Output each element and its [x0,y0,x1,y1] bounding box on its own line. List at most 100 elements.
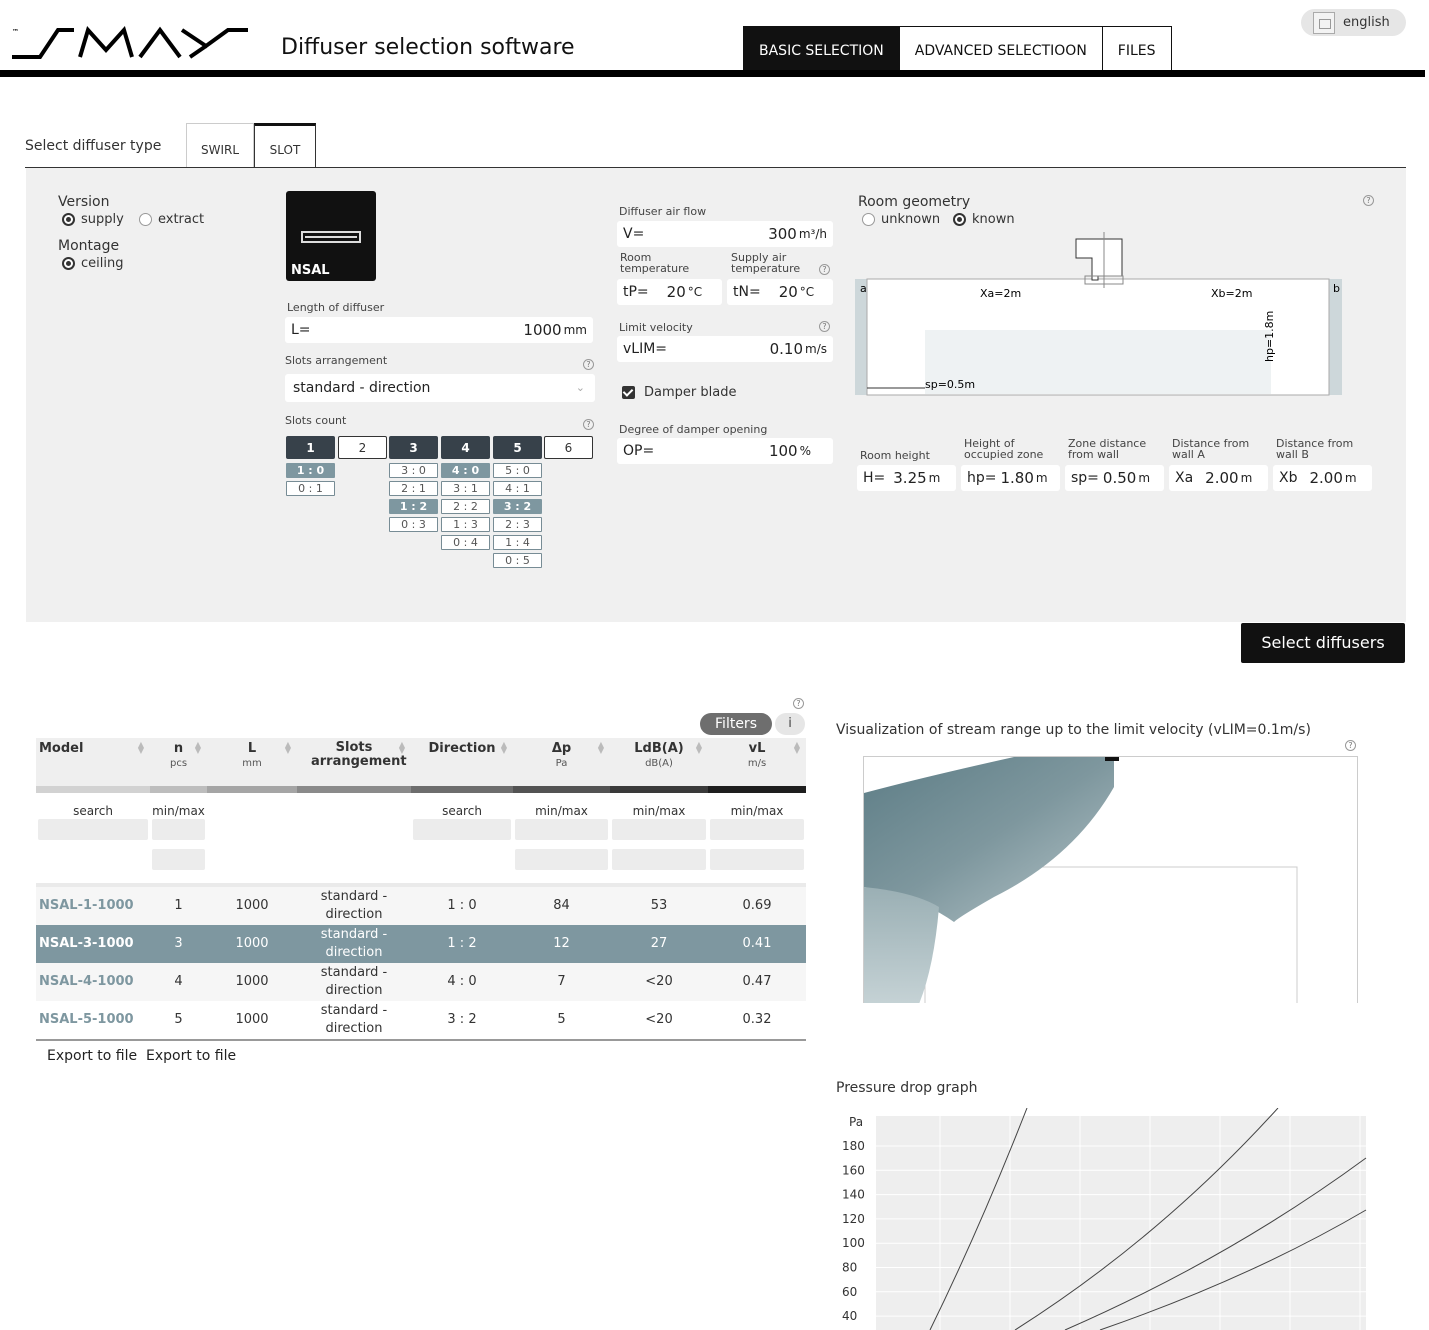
slots-count-5[interactable]: 5 [493,436,542,459]
slot-option[interactable]: 0 : 5 [493,553,542,568]
slot-option[interactable]: 2 : 3 [493,517,542,532]
slots-count-3[interactable]: 3 [389,436,438,459]
table-row[interactable]: NSAL-1-1000 1 1000 standard - direction 1 : … [36,887,806,925]
room-geometry-diagram: a b Xa=2m Xb=2m hp=1.8m sp=0.5m [855,232,1342,396]
geometry-known-radio[interactable]: known [953,212,1015,227]
distance-wall-a-field[interactable]: Xa 2.00 m [1169,465,1268,491]
filters-button[interactable]: Filters [700,713,772,735]
supply-temp-field[interactable]: tN= 20 °C [727,279,833,305]
model-search-input[interactable] [38,819,148,840]
slot-option[interactable]: 3 : 1 [441,481,490,496]
cell-direction: 1 : 0 [447,898,477,913]
n-min-input[interactable] [152,819,205,840]
air-flow-field[interactable]: V= 300 m³/h [617,221,833,247]
slots-arrangement-select[interactable]: standard - direction ⌄ [285,374,595,402]
slot-option[interactable]: 0 : 4 [441,535,490,550]
header-unit: Pa [555,758,568,769]
slot-option[interactable]: 5 : 0 [493,463,542,478]
slots-count-6[interactable]: 6 [544,436,593,459]
zone-distance-field[interactable]: sp= 0.50 m [1065,465,1164,491]
column-header-ldb[interactable]: LdB(A) dB(A) ▲ ▼ [610,738,708,786]
slots-count-4[interactable]: 4 [441,436,490,459]
nav-tab-advanced-selection[interactable]: ADVANCED SELECTIOON [899,26,1103,71]
vl-max-input[interactable] [710,849,804,870]
slot-option[interactable]: 3 : 0 [389,463,438,478]
dp-min-input[interactable] [515,819,608,840]
slots-count-1[interactable]: 1 [286,436,335,459]
cell-l: 1000 [235,936,269,951]
room-height-field[interactable]: H= 3.25 m [857,465,956,491]
help-icon[interactable]: ? [819,264,830,275]
length-field[interactable]: L= 1000 mm [285,317,593,343]
slot-option[interactable]: 2 : 2 [441,499,490,514]
export-to-file-link-2[interactable]: Export to file [146,1048,236,1064]
n-max-input[interactable] [152,849,205,870]
select-diffusers-button[interactable]: Select diffusers [1241,623,1405,663]
slot-option[interactable]: 0 : 1 [286,481,335,496]
y-tick-label: 180 [842,1139,865,1153]
ldb-min-input[interactable] [612,819,706,840]
column-header-slots-arrangement[interactable]: Slots arrangement ▲ ▼ [297,738,411,786]
help-icon[interactable]: ? [1345,740,1356,751]
column-header-vl[interactable]: vL m/s ▲ ▼ [708,738,806,786]
product-card-nsal[interactable]: NSAL [286,191,376,281]
slots-count-2[interactable]: 2 [338,436,387,459]
info-button[interactable]: i [775,713,805,735]
table-row[interactable]: NSAL-5-1000 5 1000 standard - direction 3 : … [36,1001,806,1039]
slot-option[interactable]: 0 : 3 [389,517,438,532]
diffuser-type-label: Select diffuser type [25,138,162,154]
slot-option[interactable]: 1 : 4 [493,535,542,550]
help-icon[interactable]: ? [793,698,804,709]
nav-tab-basic-selection[interactable]: BASIC SELECTION [743,26,900,71]
geometry-unknown-radio[interactable]: unknown [862,212,940,227]
slot-option[interactable]: 4 : 0 [441,463,490,478]
flag-icon [1313,11,1335,34]
field-unit: m [1240,471,1253,485]
table-row[interactable]: NSAL-4-1000 4 1000 standard - direction 4 : … [36,963,806,1001]
slot-option[interactable]: 4 : 1 [493,481,542,496]
help-icon[interactable]: ? [583,359,594,370]
column-header-dp[interactable]: Δp Pa ▲ ▼ [513,738,610,786]
version-label: Version [58,194,110,210]
damper-blade-checkbox[interactable]: Damper blade [622,385,736,400]
header-unit: m/s [747,758,767,769]
slot-option[interactable]: 1 : 3 [441,517,490,532]
cell-model[interactable]: NSAL-4-1000 [36,963,150,1001]
slot-option[interactable]: 1 : 2 [389,499,438,514]
limit-velocity-field[interactable]: vLIM= 0.10 m/s [617,336,833,362]
slot-option[interactable]: 2 : 1 [389,481,438,496]
table-row[interactable]: NSAL-3-1000 3 1000 standard - direction 1 : … [36,925,806,963]
damper-opening-field[interactable]: OP= 100 % [617,438,833,464]
slot-diffuser-icon [301,231,361,243]
version-supply-radio[interactable]: supply [62,212,124,227]
slot-option[interactable]: 1 : 0 [286,463,335,478]
ldb-max-input[interactable] [612,849,706,870]
vl-min-input[interactable] [710,819,804,840]
occupied-height-field[interactable]: hp= 1.80 m [961,465,1060,491]
cell-model[interactable]: NSAL-1-1000 [36,887,150,925]
export-to-file-link[interactable]: Export to file [47,1048,137,1064]
column-header-model[interactable]: Model ▲ ▼ [36,738,150,786]
column-header-n[interactable]: n pcs ▲ ▼ [150,738,207,786]
room-temp-field[interactable]: tP= 20 °C [617,279,722,305]
column-header-direction[interactable]: Direction ▲ ▼ [411,738,513,786]
radio-unchecked-icon [139,213,152,226]
slot-option[interactable]: 3 : 2 [493,499,542,514]
dp-max-input[interactable] [515,849,608,870]
direction-search-input[interactable] [413,819,511,840]
field-unit: m [1344,471,1357,485]
help-icon[interactable]: ? [819,321,830,332]
help-icon[interactable]: ? [1363,195,1374,206]
cell-model[interactable]: NSAL-5-1000 [36,1001,150,1039]
column-header-l[interactable]: Lmm ▲ ▼ [207,738,297,786]
help-icon[interactable]: ? [583,419,594,430]
nav-tab-files[interactable]: FILES [1102,26,1172,71]
tab-swirl[interactable]: SWIRL [186,123,254,168]
language-selector[interactable]: english [1301,9,1406,36]
montage-ceiling-radio[interactable]: ceiling [62,256,123,271]
distance-wall-b-field[interactable]: Xb 2.00 m [1273,465,1372,491]
tab-slot[interactable]: SLOT [254,123,316,168]
version-extract-radio[interactable]: extract [139,212,204,227]
cell-model[interactable]: NSAL-3-1000 [36,925,150,963]
filter-label: min/max [535,804,588,818]
